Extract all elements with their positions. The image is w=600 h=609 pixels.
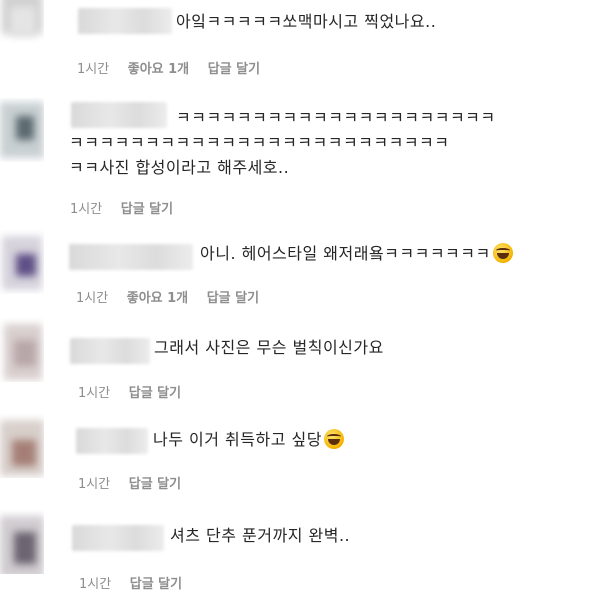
timestamp: 1시간 — [79, 577, 112, 592]
reply-button[interactable]: 답글 달기 — [208, 62, 260, 77]
comment-meta: 1시간 답글 달기 — [70, 198, 187, 217]
comment-meta: 1시간 답글 달기 — [79, 573, 196, 592]
timestamp: 1시간 — [76, 291, 109, 306]
avatar[interactable] — [0, 318, 44, 382]
username-blurred[interactable] — [71, 102, 167, 128]
comment-text: 나두 이거 취득하고 싶당 — [153, 428, 344, 451]
comment-text: 셔츠 단추 푼거까지 완벽.. — [170, 526, 351, 545]
username-blurred[interactable] — [70, 338, 150, 364]
timestamp: 1시간 — [78, 477, 111, 492]
comment-text: 아니. 헤어스타일 왜저래욬ㅋㅋㅋㅋㅋㅋㅋ — [200, 242, 513, 265]
comment-meta: 1시간 좋아요 1개 답글 달기 — [76, 287, 273, 306]
comment-meta: 1시간 답글 달기 — [78, 473, 195, 492]
username-blurred[interactable] — [78, 8, 172, 34]
username-blurred[interactable] — [69, 244, 193, 270]
comment-text-line: ㅋㅋ사진 합성이라고 해주세호.. — [69, 158, 290, 177]
comment-meta: 1시간 좋아요 1개 답글 달기 — [77, 58, 274, 77]
comment-meta: 1시간 답글 달기 — [78, 382, 195, 401]
likes-count[interactable]: 좋아요 1개 — [127, 291, 188, 306]
comment-text: ㅋㅋㅋㅋㅋㅋㅋㅋㅋㅋㅋㅋㅋㅋㅋㅋㅋㅋㅋㅋㅋ — [176, 108, 496, 127]
reply-button[interactable]: 답글 달기 — [129, 386, 181, 401]
timestamp: 1시간 — [77, 62, 110, 77]
timestamp: 1시간 — [78, 386, 111, 401]
comment-text: 그래서 사진은 무슨 벌칙이신가요 — [154, 338, 384, 357]
avatar[interactable] — [0, 230, 44, 294]
reply-button[interactable]: 답글 달기 — [207, 291, 259, 306]
reply-button[interactable]: 답글 달기 — [121, 202, 173, 217]
comment-text-line: ㅋㅋㅋㅋㅋㅋㅋㅋㅋㅋㅋㅋㅋㅋㅋㅋㅋㅋㅋㅋㅋㅋㅋㅋㅋ — [69, 133, 450, 152]
avatar[interactable] — [0, 0, 44, 48]
comment-text: 아잌ㅋㅋㅋㅋㅋ쏘맥마시고 찍었나요.. — [176, 12, 437, 31]
timestamp: 1시간 — [70, 202, 103, 217]
laughing-emoji-icon — [323, 429, 344, 449]
laughing-emoji-icon — [492, 243, 513, 263]
avatar[interactable] — [0, 414, 44, 478]
reply-button[interactable]: 답글 달기 — [130, 577, 182, 592]
likes-count[interactable]: 좋아요 1개 — [128, 62, 189, 77]
username-blurred[interactable] — [76, 428, 148, 454]
avatar[interactable] — [0, 98, 44, 162]
reply-button[interactable]: 답글 달기 — [129, 477, 181, 492]
username-blurred[interactable] — [72, 525, 164, 551]
avatar[interactable] — [0, 510, 44, 574]
